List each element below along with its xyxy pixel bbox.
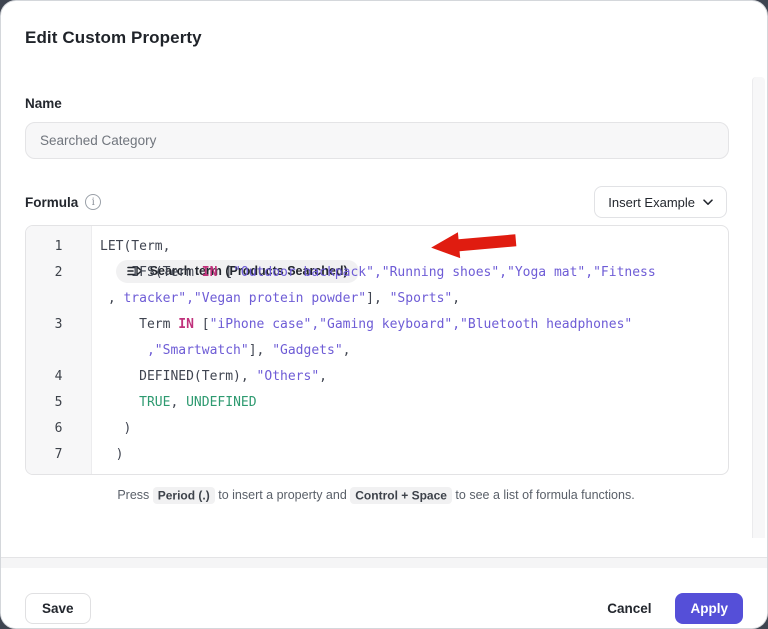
line-number xyxy=(26,338,91,364)
hint-text: to insert a property and xyxy=(215,488,351,502)
hint-text: Press xyxy=(117,488,152,502)
formula-header-row: Formula i Insert Example xyxy=(25,186,727,218)
line-number: 1 xyxy=(26,234,91,260)
formula-hint: Press Period (.) to insert a property an… xyxy=(25,488,727,502)
formula-editor[interactable]: 12 3 4567 LET(Term, Search term (Products … xyxy=(25,225,729,475)
code-line: tracker","Vegan protein powder"], "Sport… xyxy=(100,286,728,312)
code-line: LET(Term, Search term (Products Searched… xyxy=(100,234,728,260)
chevron-down-icon xyxy=(703,199,713,206)
dialog-footer: Save Cancel Apply xyxy=(1,568,767,629)
code-line: ) xyxy=(100,442,728,468)
line-number-gutter: 12 3 4567 xyxy=(26,226,92,474)
code-line: DEFINED(Term), "Others", xyxy=(100,364,728,390)
edit-custom-property-dialog: Edit Custom Property Name Formula i Inse… xyxy=(0,0,768,629)
kbd-shortcut: Period (.) xyxy=(153,487,215,504)
code-line: ) xyxy=(100,416,728,442)
name-label: Name xyxy=(25,96,727,111)
line-number: 6 xyxy=(26,416,91,442)
formula-label: Formula xyxy=(25,195,78,210)
formula-code-area[interactable]: LET(Term, Search term (Products Searched… xyxy=(92,226,728,474)
scrollbar[interactable] xyxy=(752,77,765,538)
line-number: 5 xyxy=(26,390,91,416)
code-line: IFS(Term IN ["Outdoor backpack","Running… xyxy=(100,260,728,286)
dialog-body: Name Formula i Insert Example 12 3 4567 xyxy=(1,96,767,558)
cancel-button[interactable]: Cancel xyxy=(607,601,651,616)
code-line: TRUE, UNDEFINED xyxy=(100,390,728,416)
apply-button[interactable]: Apply xyxy=(675,593,743,624)
insert-example-button[interactable]: Insert Example xyxy=(594,186,727,218)
insert-example-label: Insert Example xyxy=(608,195,695,210)
line-number: 3 xyxy=(26,312,91,338)
dialog-header: Edit Custom Property xyxy=(1,1,767,76)
line-number xyxy=(26,286,91,312)
code-line: Term IN ["iPhone case","Gaming keyboard"… xyxy=(100,312,728,338)
code-line: ,"Smartwatch"], "Gadgets", xyxy=(100,338,728,364)
info-icon[interactable]: i xyxy=(85,194,101,210)
line-number: 2 xyxy=(26,260,91,286)
line-number: 7 xyxy=(26,442,91,468)
footer-divider xyxy=(1,558,767,568)
save-button[interactable]: Save xyxy=(25,593,91,624)
page-title: Edit Custom Property xyxy=(25,28,743,48)
line-number: 4 xyxy=(26,364,91,390)
name-input[interactable] xyxy=(25,122,729,159)
hint-text: to see a list of formula functions. xyxy=(452,488,635,502)
kbd-shortcut: Control + Space xyxy=(350,487,452,504)
